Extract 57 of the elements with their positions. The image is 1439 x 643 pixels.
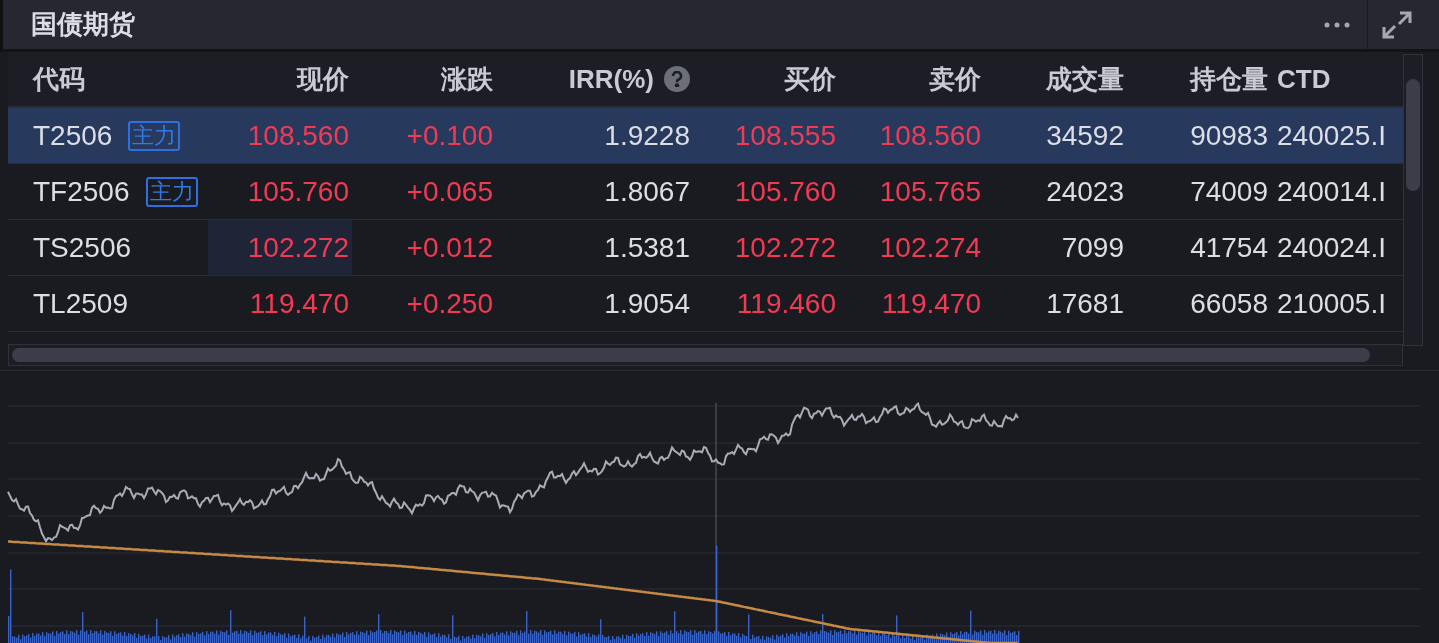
column-header: 卖价 — [929, 62, 981, 96]
panel-title: 国债期货 — [30, 8, 136, 41]
open-interest-value: 41754 — [1190, 230, 1268, 265]
scrollbar-thumb[interactable] — [12, 348, 1370, 362]
price-change: +0.100 — [406, 118, 493, 153]
column-header: 涨跌 — [441, 62, 493, 96]
open-interest-value: 74009 — [1190, 174, 1268, 209]
volume-value: 34592 — [1046, 118, 1124, 153]
ask-price: 102.274 — [879, 230, 981, 265]
irr-value: 1.5381 — [604, 230, 690, 265]
ask-price: 119.470 — [881, 286, 981, 321]
ctd-bond-code: 240025.I — [1277, 118, 1386, 153]
main-contract-tag: 主力 — [145, 176, 198, 207]
last-price: 119.470 — [249, 286, 349, 321]
irr-value: 1.9054 — [604, 286, 690, 321]
bid-price: 102.272 — [734, 230, 836, 265]
volume-value: 24023 — [1046, 174, 1124, 209]
bid-price: 119.460 — [736, 286, 836, 321]
scrollbar-thumb[interactable] — [1406, 79, 1420, 191]
help-icon[interactable] — [664, 66, 690, 92]
open-interest-value: 66058 — [1190, 286, 1268, 321]
column-header: 代码 — [33, 62, 85, 96]
last-price: 108.560 — [247, 118, 349, 153]
expand-icon — [1380, 9, 1413, 40]
ctd-bond-code: 240024.I — [1277, 230, 1386, 265]
ctd-bond-code: 210005.I — [1277, 286, 1386, 321]
main-contract-tag: 主力 — [128, 120, 181, 151]
volume-value: 17681 — [1046, 286, 1124, 321]
table-row[interactable]: T2506 主力 108.560 +0.100 1.9228 108.555 108.560 34592 90983 240025.I — [8, 108, 1403, 164]
last-price: 105.760 — [247, 174, 349, 209]
ask-price: 105.765 — [879, 174, 981, 209]
table-row[interactable]: TS2506 102.272 +0.012 1.5381 102.272 102.274 7099 41754 240024.I — [8, 220, 1403, 276]
ctd-bond-code: 240014.I — [1277, 174, 1386, 209]
more-icon — [1324, 21, 1350, 28]
volume-value: 7099 — [1061, 230, 1124, 265]
column-header: IRR(%) — [568, 62, 654, 96]
column-header: 持仓量 — [1190, 62, 1268, 96]
contract-code: TF2506 — [33, 174, 130, 209]
vertical-scrollbar[interactable] — [1403, 54, 1423, 346]
irr-value: 1.9228 — [604, 118, 690, 153]
bid-price: 108.555 — [734, 118, 836, 153]
column-header: 现价 — [297, 62, 349, 96]
ask-price: 108.560 — [879, 118, 981, 153]
bid-price: 105.760 — [734, 174, 836, 209]
column-header: 买价 — [784, 62, 836, 96]
contract-code: TS2506 — [33, 230, 132, 265]
price-change: +0.012 — [406, 230, 493, 265]
column-header: CTD — [1277, 62, 1331, 96]
horizontal-scrollbar[interactable] — [8, 344, 1403, 366]
contract-code: TL2509 — [33, 286, 128, 321]
price-change: +0.250 — [406, 286, 493, 321]
open-interest-value: 90983 — [1190, 118, 1268, 153]
price-change: +0.065 — [406, 174, 493, 209]
last-price: 102.272 — [247, 230, 349, 265]
irr-value: 1.8067 — [604, 174, 690, 209]
contract-code: T2506 — [33, 118, 113, 153]
column-header: 成交量 — [1046, 62, 1124, 96]
